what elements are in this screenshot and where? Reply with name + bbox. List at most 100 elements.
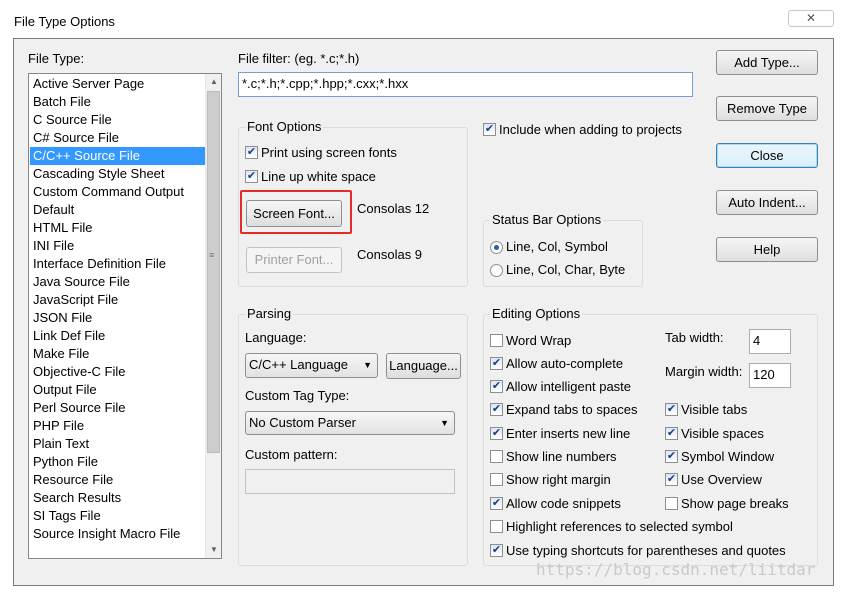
file-type-item[interactable]: Perl Source File — [30, 399, 206, 417]
print-screen-fonts-label: Print using screen fonts — [261, 145, 397, 160]
use-typing-shortcuts-for-parentheses-and-quotes-label: Use typing shortcuts for parentheses and… — [506, 543, 786, 558]
expand-tabs-to-spaces-label: Expand tabs to spaces — [506, 402, 638, 417]
custom-pattern-label: Custom pattern: — [245, 447, 338, 462]
file-type-scrollbar[interactable]: ▲ ≡ ▼ — [205, 74, 221, 558]
show-line-numbers-checkbox[interactable] — [490, 450, 503, 463]
file-type-item[interactable]: JavaScript File — [30, 291, 206, 309]
show-line-numbers-label: Show line numbers — [506, 449, 617, 464]
status-bar-title: Status Bar Options — [490, 212, 604, 227]
file-type-list[interactable]: Active Server Page Batch File C Source Fil… — [28, 73, 222, 559]
allow-code-snippets-checkbox[interactable]: ✔ — [490, 497, 503, 510]
tab-width-input[interactable]: 4 — [749, 329, 791, 354]
help-button[interactable]: Help — [716, 237, 818, 262]
custom-tag-type-dropdown[interactable]: No Custom Parser ▼ — [245, 411, 455, 435]
file-type-item[interactable]: Objective-C File — [30, 363, 206, 381]
language-label: Language: — [245, 330, 307, 345]
close-button[interactable]: Close — [716, 143, 818, 168]
line-up-white-space-checkbox[interactable]: ✔ — [245, 170, 258, 183]
show-right-margin-checkbox[interactable] — [490, 473, 503, 486]
allow-auto-complete-checkbox[interactable]: ✔ — [490, 357, 503, 370]
screen-font-value: Consolas 12 — [357, 201, 430, 216]
allow-auto-complete-label: Allow auto-complete — [506, 356, 624, 371]
chevron-down-icon: ▼ — [363, 360, 372, 370]
allow-intelligent-paste-checkbox[interactable]: ✔ — [490, 380, 503, 393]
file-type-item[interactable]: Resource File — [30, 471, 206, 489]
custom-tag-type-value: No Custom Parser — [249, 415, 356, 430]
status-line-col-symbol-label: Line, Col, Symbol — [506, 239, 608, 254]
file-type-item[interactable]: INI File — [30, 237, 206, 255]
visible-spaces-checkbox[interactable]: ✔ — [665, 427, 678, 440]
printer-font-value: Consolas 9 — [357, 247, 423, 262]
parsing-title: Parsing — [245, 306, 294, 321]
file-type-item[interactable]: C Source File — [30, 111, 206, 129]
file-type-item[interactable]: Link Def File — [30, 327, 206, 345]
margin-width-label: Margin width: — [665, 364, 743, 379]
enter-inserts-new-line-checkbox[interactable]: ✔ — [490, 427, 503, 440]
file-type-item[interactable]: Make File — [30, 345, 206, 363]
allow-code-snippets-label: Allow code snippets — [506, 496, 621, 511]
use-typing-shortcuts-for-parentheses-and-quotes-checkbox[interactable]: ✔ — [490, 544, 503, 557]
custom-tag-type-label: Custom Tag Type: — [245, 388, 350, 403]
file-type-item[interactable]: JSON File — [30, 309, 206, 327]
highlight-references-to-selected-symbol-label: Highlight references to selected symbol — [506, 519, 733, 534]
file-type-item[interactable]: Source Insight Macro File — [30, 525, 206, 543]
line-up-white-space-label: Line up white space — [261, 169, 376, 184]
file-filter-label: File filter: (eg. *.c;*.h) — [238, 51, 360, 66]
visible-tabs-checkbox[interactable]: ✔ — [665, 403, 678, 416]
allow-intelligent-paste-label: Allow intelligent paste — [506, 379, 632, 394]
expand-tabs-to-spaces-checkbox[interactable]: ✔ — [490, 403, 503, 416]
custom-pattern-input[interactable] — [245, 469, 455, 494]
file-type-items: Active Server Page Batch File C Source Fil… — [30, 75, 206, 543]
file-filter-input[interactable]: *.c;*.h;*.cpp;*.hpp;*.cxx;*.hxx — [238, 72, 693, 97]
file-type-item[interactable]: Batch File — [30, 93, 206, 111]
file-type-item[interactable]: PHP File — [30, 417, 206, 435]
file-type-item[interactable]: HTML File — [30, 219, 206, 237]
chevron-down-icon: ▼ — [440, 418, 449, 428]
title-bar: File Type Options ✕ — [0, 0, 844, 38]
show-right-margin-label: Show right margin — [506, 472, 611, 487]
language-button[interactable]: Language... — [386, 353, 461, 379]
file-type-item[interactable]: Interface Definition File — [30, 255, 206, 273]
show-page-breaks-checkbox[interactable] — [665, 497, 678, 510]
show-page-breaks-label: Show page breaks — [681, 496, 789, 511]
file-type-item[interactable]: Default — [30, 201, 206, 219]
scroll-thumb[interactable] — [207, 91, 220, 453]
file-type-item[interactable]: Custom Command Output — [30, 183, 206, 201]
file-type-item[interactable]: Java Source File — [30, 273, 206, 291]
symbol-window-checkbox[interactable]: ✔ — [665, 450, 678, 463]
file-type-item[interactable]: Active Server Page — [30, 75, 206, 93]
remove-type-button[interactable]: Remove Type — [716, 96, 818, 121]
editing-options-title: Editing Options — [490, 306, 583, 321]
close-window-button[interactable]: ✕ — [788, 10, 834, 27]
word-wrap-checkbox[interactable] — [490, 334, 503, 347]
status-line-col-symbol-radio[interactable] — [490, 241, 503, 254]
scroll-down-arrow-icon[interactable]: ▼ — [206, 542, 222, 558]
status-line-col-char-byte-label: Line, Col, Char, Byte — [506, 262, 626, 277]
window-title: File Type Options — [14, 14, 115, 29]
language-dropdown-value: C/C++ Language — [249, 357, 349, 372]
file-type-item[interactable]: Python File — [30, 453, 206, 471]
highlight-references-to-selected-symbol-checkbox[interactable] — [490, 520, 503, 533]
file-type-item[interactable]: Output File — [30, 381, 206, 399]
include-projects-checkbox[interactable]: ✔ — [483, 123, 496, 136]
print-screen-fonts-checkbox[interactable]: ✔ — [245, 146, 258, 159]
status-line-col-char-byte-radio[interactable] — [490, 264, 503, 277]
parsing-group: Parsing — [238, 306, 468, 566]
include-projects-label: Include when adding to projects — [499, 122, 682, 137]
file-type-item[interactable]: Plain Text — [30, 435, 206, 453]
annotation-highlight — [240, 190, 352, 234]
visible-spaces-label: Visible spaces — [681, 426, 764, 441]
file-type-item[interactable]: Search Results — [30, 489, 206, 507]
margin-width-input[interactable]: 120 — [749, 363, 791, 388]
use-overview-checkbox[interactable]: ✔ — [665, 473, 678, 486]
auto-indent-button[interactable]: Auto Indent... — [716, 190, 818, 215]
printer-font-button[interactable]: Printer Font... — [246, 247, 342, 273]
scroll-up-arrow-icon[interactable]: ▲ — [206, 74, 222, 90]
file-type-item[interactable]: C# Source File — [30, 129, 206, 147]
language-dropdown[interactable]: C/C++ Language ▼ — [245, 353, 378, 378]
add-type-button[interactable]: Add Type... — [716, 50, 818, 75]
file-type-item[interactable]: Cascading Style Sheet — [30, 165, 206, 183]
tab-width-label: Tab width: — [665, 330, 724, 345]
file-type-item[interactable]: SI Tags File — [30, 507, 206, 525]
file-type-item[interactable]: C/C++ Source File — [30, 147, 206, 165]
